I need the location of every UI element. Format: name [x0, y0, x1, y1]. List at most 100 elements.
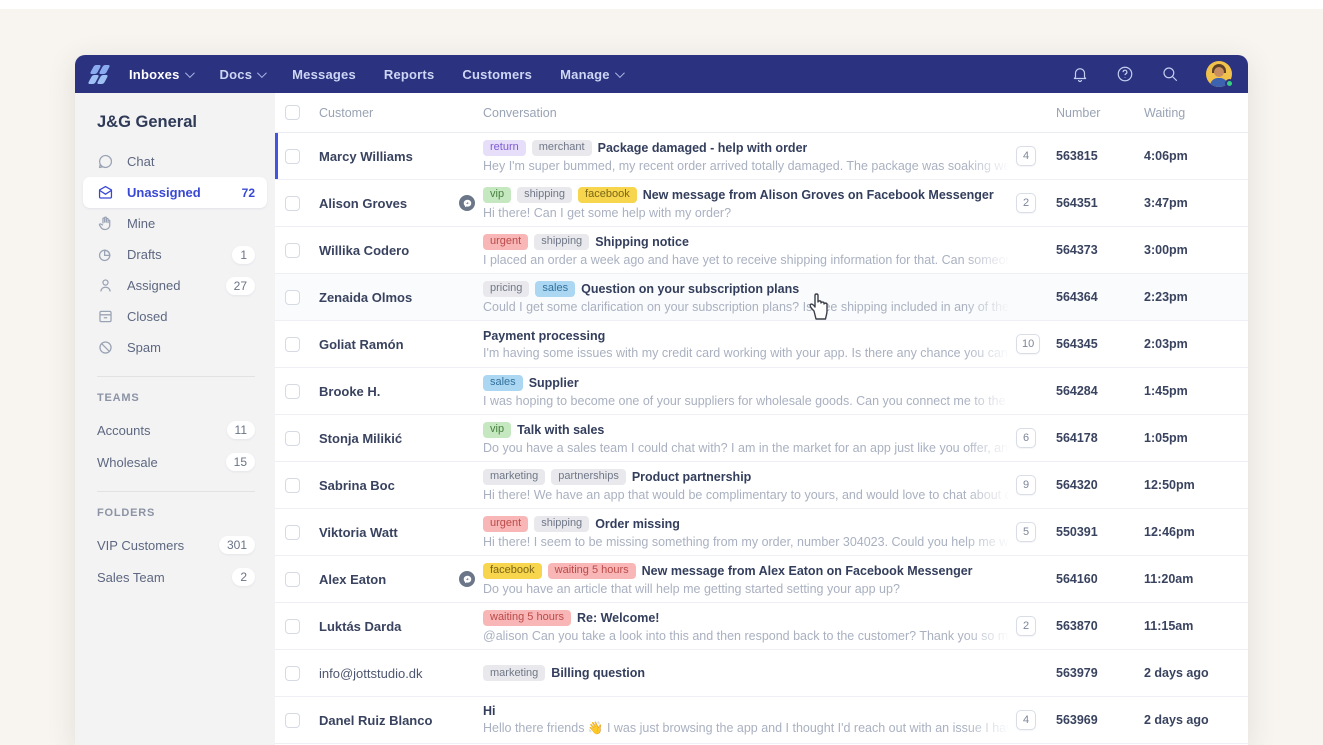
sidebar-item-drafts[interactable]: Drafts 1 [83, 239, 267, 270]
conversation-preview: Hi there! Can I get some help with my or… [483, 206, 1010, 220]
hand-icon [97, 215, 114, 232]
tag-shipping: shipping [534, 234, 589, 250]
tag-marketing: marketing [483, 469, 545, 485]
tag-vip: vip [483, 422, 511, 438]
chevron-down-icon [257, 68, 267, 78]
section-heading: FOLDERS [75, 505, 275, 529]
header-customer: Customer [319, 106, 459, 120]
user-avatar[interactable] [1206, 61, 1232, 87]
conversation-subject: Question on your subscription plans [581, 282, 799, 296]
customer-name: Willika Codero [319, 243, 459, 258]
help-icon[interactable] [1116, 65, 1134, 83]
section-heading: TEAMS [75, 390, 275, 414]
row-checkbox[interactable] [285, 243, 300, 258]
row-checkbox[interactable] [285, 337, 300, 352]
ticket-number: 564345 [1056, 337, 1144, 351]
conversation-row[interactable]: Danel Ruiz Blanco Hi Hello there friends… [275, 697, 1248, 744]
nav-item-inboxes[interactable]: Inboxes [129, 67, 192, 82]
select-all-checkbox[interactable] [285, 105, 300, 120]
row-checkbox[interactable] [285, 525, 300, 540]
teamwork-desk-logo-icon[interactable] [89, 64, 113, 84]
row-checkbox[interactable] [285, 478, 300, 493]
header-waiting: Waiting [1144, 106, 1240, 120]
sidebar-item-closed[interactable]: Closed [83, 301, 267, 332]
sidebar-item-label: Drafts [127, 247, 162, 262]
sidebar-item-assigned[interactable]: Assigned 27 [83, 270, 267, 301]
waiting-time: 11:20am [1144, 572, 1240, 586]
sidebar-item-wholesale[interactable]: Wholesale15 [75, 446, 275, 478]
online-status-dot [1225, 79, 1234, 88]
row-checkbox[interactable] [285, 619, 300, 634]
count-badge: 11 [227, 421, 255, 439]
conversation-preview: @alison Can you take a look into this an… [483, 629, 1010, 643]
waiting-time: 12:46pm [1144, 525, 1240, 539]
message-count-badge: 6 [1016, 428, 1036, 448]
sidebar-item-unassigned[interactable]: Unassigned 72 [83, 177, 267, 208]
waiting-time: 1:05pm [1144, 431, 1240, 445]
conversation-row[interactable]: Goliat Ramón Payment processing I'm havi… [275, 321, 1248, 368]
header-number: Number [1056, 106, 1144, 120]
customer-name: Sabrina Boc [319, 478, 459, 493]
tag-shipping: shipping [517, 187, 572, 203]
tag-partnerships: partnerships [551, 469, 626, 485]
conversation-subject: Billing question [551, 666, 645, 680]
conversation-row[interactable]: Brooke H. sales Supplier I was hoping to… [275, 368, 1248, 415]
conversation-preview: Do you have a sales team I could chat wi… [483, 441, 1010, 455]
sidebar-item-chat[interactable]: Chat [83, 146, 267, 177]
conversation-row[interactable]: Viktoria Watt urgentshipping Order missi… [275, 509, 1248, 556]
customer-name: Zenaida Olmos [319, 290, 459, 305]
row-checkbox[interactable] [285, 666, 300, 681]
sidebar-item-mine[interactable]: Mine [83, 208, 267, 239]
row-checkbox[interactable] [285, 149, 300, 164]
ticket-number: 564373 [1056, 243, 1144, 257]
tag-merchant: merchant [532, 140, 592, 156]
conversation-row[interactable]: Luktás Darda waiting 5 hours Re: Welcome… [275, 603, 1248, 650]
row-checkbox[interactable] [285, 196, 300, 211]
conversation-row[interactable]: info@jottstudio.dk marketing Billing que… [275, 650, 1248, 697]
conversation-preview: Do you have an article that will help me… [483, 582, 1010, 596]
nav-item-messages[interactable]: Messages [292, 67, 356, 82]
sidebar-item-vip-customers[interactable]: VIP Customers301 [75, 529, 275, 561]
conversation-row[interactable]: Sabrina Boc marketingpartnerships Produc… [275, 462, 1248, 509]
nav-item-docs[interactable]: Docs [220, 67, 265, 82]
row-checkbox[interactable] [285, 572, 300, 587]
conversation-row[interactable]: Zenaida Olmos pricingsales Question on y… [275, 274, 1248, 321]
customer-name: Viktoria Watt [319, 525, 459, 540]
conversation-subject: Package damaged - help with order [598, 141, 808, 155]
customer-name: Stonja Milikić [319, 431, 459, 446]
conversation-preview: I was hoping to become one of your suppl… [483, 394, 1010, 408]
sidebar-divider [97, 376, 255, 377]
row-checkbox[interactable] [285, 290, 300, 305]
conversation-row[interactable]: Alison Groves vipshippingfacebook New me… [275, 180, 1248, 227]
conversation-row[interactable]: Alex Eaton facebookwaiting 5 hours New m… [275, 556, 1248, 603]
ticket-number: 563870 [1056, 619, 1144, 633]
ticket-number: 563815 [1056, 149, 1144, 163]
app-window: Inboxes Docs Messages Reports Customers Manag… [75, 55, 1248, 745]
message-count-badge: 2 [1016, 193, 1036, 213]
nav-item-reports[interactable]: Reports [384, 67, 435, 82]
bell-icon[interactable] [1071, 65, 1089, 83]
waiting-time: 2 days ago [1144, 713, 1240, 727]
count-badge: 1 [232, 246, 255, 264]
nav-item-customers[interactable]: Customers [462, 67, 532, 82]
row-checkbox[interactable] [285, 384, 300, 399]
search-icon[interactable] [1161, 65, 1179, 83]
sidebar-item-spam[interactable]: Spam [83, 332, 267, 363]
conversation-row[interactable]: Stonja Milikić vip Talk with sales Do yo… [275, 415, 1248, 462]
ticket-number: 564160 [1056, 572, 1144, 586]
conversation-subject: Talk with sales [517, 423, 604, 437]
tag-facebook: facebook [483, 563, 542, 579]
row-checkbox[interactable] [285, 431, 300, 446]
message-count-badge: 10 [1016, 334, 1040, 354]
conversation-row[interactable]: Marcy Williams returnmerchant Package da… [275, 133, 1248, 180]
conversation-row[interactable]: Willika Codero urgentshipping Shipping n… [275, 227, 1248, 274]
sidebar-item-accounts[interactable]: Accounts11 [75, 414, 275, 446]
nav-item-manage[interactable]: Manage [560, 67, 622, 82]
browser-top-strip [0, 0, 1323, 9]
sidebar-item-sales-team[interactable]: Sales Team2 [75, 561, 275, 593]
ticket-number: 563979 [1056, 666, 1144, 680]
person-icon [97, 277, 114, 294]
message-count-badge: 2 [1016, 616, 1036, 636]
row-checkbox[interactable] [285, 713, 300, 728]
ticket-number: 564351 [1056, 196, 1144, 210]
